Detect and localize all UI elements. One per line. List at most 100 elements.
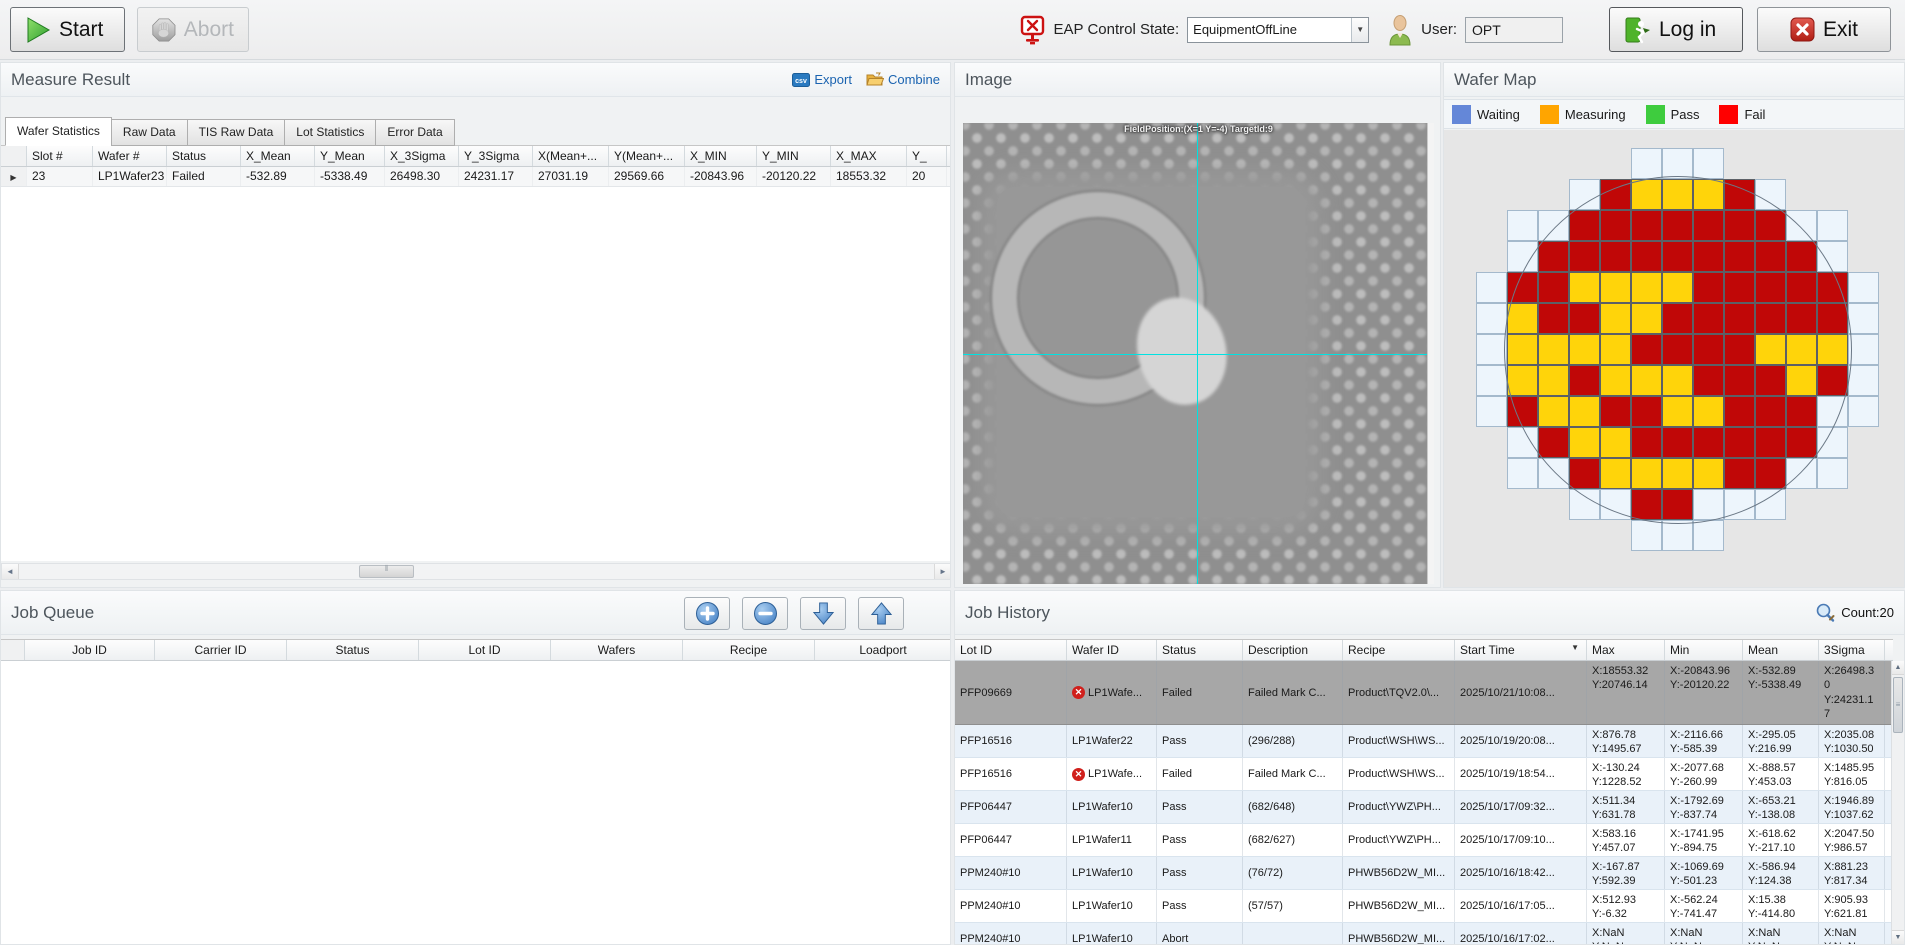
mean-cell: X:-532.89 Y:-5338.49 [1743,661,1819,724]
column-header[interactable]: Recipe [1343,640,1455,660]
vertical-scrollbar-thumb[interactable] [1893,677,1903,733]
min-cell: X:-2077.68 Y:-260.99 [1665,758,1743,790]
column-header[interactable]: Slot # [27,146,93,166]
history-row[interactable]: PFP16516LP1Wafer22Pass(296/288)Product\W… [955,725,1893,758]
combine-button[interactable]: Combine [866,72,940,87]
column-header[interactable]: Wafer # [93,146,167,166]
exit-icon [1790,17,1815,42]
column-header[interactable]: Y_ [907,146,947,166]
column-header[interactable]: Wafers [551,640,683,660]
column-header[interactable]: Recipe [683,640,815,660]
column-header[interactable]: Lot ID [955,640,1067,660]
image-scrollbar[interactable] [1427,123,1434,584]
wafer-die-cell [1662,241,1693,272]
horizontal-scrollbar[interactable]: ◄ ► [1,563,951,580]
export-button[interactable]: csv Export [792,72,852,87]
recipe-cell: Product\WSH\WS... [1343,725,1455,757]
wafer-die-cell [1631,272,1662,303]
add-job-button[interactable] [684,597,730,630]
wafer-die-cell [1817,241,1848,272]
column-header[interactable]: Start Time▼ [1455,640,1587,660]
column-header[interactable]: Job ID [25,640,155,660]
remove-job-button[interactable] [742,597,788,630]
user-label: User: [1421,21,1457,38]
column-header[interactable]: Lot ID [419,640,551,660]
wafer-die-cell [1755,365,1786,396]
wafer-die-cell [1817,458,1848,489]
tab-lot-statistics[interactable]: Lot Statistics [284,119,376,146]
user-input[interactable]: OPT [1465,17,1563,43]
column-header[interactable]: Max [1587,640,1665,660]
tab-tis-raw-data[interactable]: TIS Raw Data [187,119,286,146]
scrollbar-thumb[interactable] [359,565,414,578]
sigma-cell: X:881.23 Y:817.34 [1819,857,1885,889]
column-header[interactable]: Y_MIN [757,146,831,166]
history-row[interactable]: PFP16516✕LP1Wafe...FailedFailed Mark C..… [955,758,1893,791]
column-header[interactable]: X_MIN [685,146,757,166]
column-header[interactable]: Wafer ID [1067,640,1157,660]
wafer-die-cell [1538,241,1569,272]
move-down-button[interactable] [800,597,846,630]
history-row[interactable]: PPM240#10LP1Wafer10Pass(76/72)PHWB56D2W_… [955,857,1893,890]
column-header[interactable]: X_Mean [241,146,315,166]
chevron-down-icon[interactable]: ▼ [1351,18,1368,42]
min-cell: X:-1741.95 Y:-894.75 [1665,824,1743,856]
column-header[interactable]: Carrier ID [155,640,287,660]
tab-error-data[interactable]: Error Data [375,119,454,146]
job-history-panel: Job History Count:20 Lot IDWafer IDStatu… [954,590,1905,945]
eap-state-dropdown[interactable]: EquipmentOffLine ▼ [1187,17,1369,43]
column-header[interactable]: 3Sigma [1819,640,1885,660]
wafer-id-cell: LP1Wafer11 [1067,824,1157,856]
column-header[interactable]: X_MAX [831,146,907,166]
table-row[interactable]: ▶23LP1Wafer23Failed-532.89-5338.4926498.… [1,167,951,187]
column-header[interactable]: Description [1243,640,1343,660]
column-header[interactable]: Mean [1743,640,1819,660]
search-icon[interactable] [1814,602,1836,624]
crosshair-horizontal-line [963,354,1434,355]
scroll-down-icon[interactable]: ▼ [1892,930,1904,944]
login-button[interactable]: Log in [1609,7,1743,52]
column-header[interactable]: Min [1665,640,1743,660]
wafer-die-cell [1848,303,1879,334]
history-row[interactable]: PPM240#10LP1Wafer10AbortPHWB56D2W_MI...2… [955,923,1893,944]
image-panel: Image FieldPosition:(X=1 Y=-4) TargetId:… [954,62,1441,588]
legend-swatch-waiting [1452,105,1471,124]
wafer-die-cell [1724,210,1755,241]
column-header[interactable]: X(Mean+... [533,146,609,166]
scrollbar-track[interactable] [19,564,934,579]
wafer-die-cell [1848,396,1879,427]
scroll-left-icon[interactable]: ◄ [2,564,19,579]
exit-button[interactable]: Exit [1757,7,1891,52]
column-header[interactable]: Status [287,640,419,660]
status-cell: Abort [1157,923,1243,944]
move-up-button[interactable] [858,597,904,630]
wafer-id-cell: LP1Wafer10 [1067,923,1157,944]
image-panel-header: Image [955,63,1440,97]
history-row[interactable]: PFP09669✕LP1Wafe...FailedFailed Mark C..… [955,661,1893,725]
tab-raw-data[interactable]: Raw Data [111,119,188,146]
wafer-die-cell [1693,210,1724,241]
wafer-die-cell [1786,272,1817,303]
wafer-id-text: LP1Wafer10 [1072,900,1133,912]
history-row[interactable]: PPM240#10LP1Wafer10Pass(57/57)PHWB56D2W_… [955,890,1893,923]
abort-button[interactable]: Abort [137,7,249,52]
measure-result-title: Measure Result [11,70,130,90]
column-header[interactable]: Y_Mean [315,146,385,166]
wafer-die-cell [1569,427,1600,458]
history-row[interactable]: PFP06447LP1Wafer11Pass(682/627)Product\Y… [955,824,1893,857]
sort-indicator-icon[interactable]: ▼ [1571,643,1581,657]
wafer-die-cell [1600,365,1631,396]
column-header[interactable]: Loadport [815,640,951,660]
tab-wafer-statistics[interactable]: Wafer Statistics [5,117,112,146]
column-header[interactable]: Status [167,146,241,166]
scroll-right-icon[interactable]: ► [934,564,951,579]
start-button[interactable]: Start [10,7,125,52]
scroll-up-icon[interactable]: ▲ [1892,661,1904,675]
vertical-scrollbar[interactable]: ▲ ▼ [1891,661,1904,944]
column-header[interactable]: X_3Sigma [385,146,459,166]
wafer-die-cell [1724,179,1755,210]
history-row[interactable]: PFP06447LP1Wafer10Pass(682/648)Product\Y… [955,791,1893,824]
column-header[interactable]: Status [1157,640,1243,660]
column-header[interactable]: Y_3Sigma [459,146,533,166]
column-header[interactable]: Y(Mean+... [609,146,685,166]
